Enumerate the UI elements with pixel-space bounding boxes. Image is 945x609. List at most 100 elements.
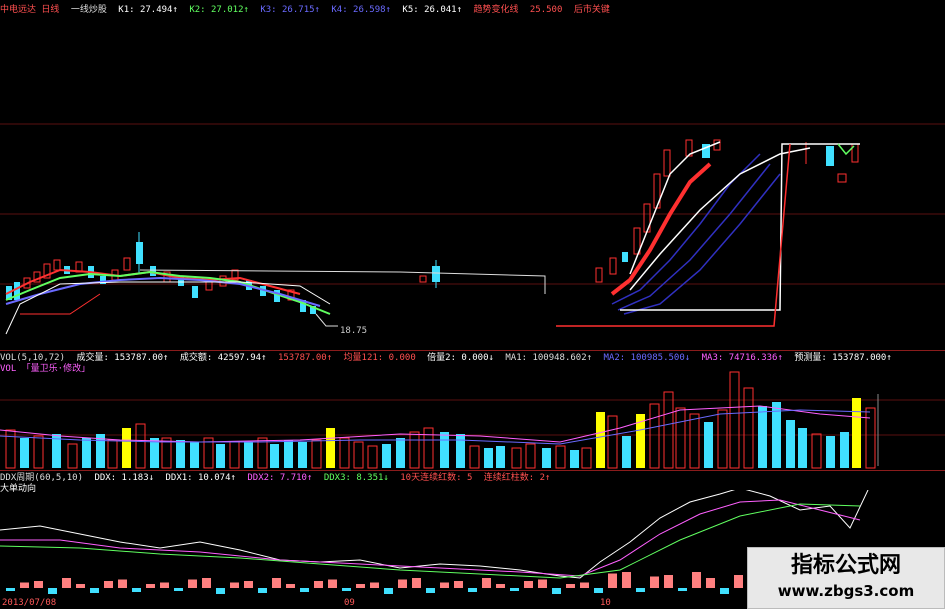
ddx-bar [342,588,351,591]
date-label-2: 09 [344,598,355,608]
ddx-bar [636,588,645,592]
vol-v3: 153787.00↑ [277,353,333,363]
volume-chart[interactable] [0,370,945,470]
vol-ma1: MA1: 100948.602↑ [505,353,593,363]
volume-bar [581,447,592,469]
ddx-count2: 连续红柱数: 2↑ [483,473,551,483]
ddx-bar [34,581,43,588]
ddx-bar [454,581,463,588]
volume-bar [456,434,465,468]
vol-ma3: MA3: 74716.336↑ [701,353,783,363]
ddx-bar [440,582,449,588]
ddx1-value: DDX1: 10.074↑ [165,473,236,483]
panel-separator [0,470,945,471]
volume-bar [717,409,728,469]
ddx-bar [426,588,435,593]
volume-bar [135,423,146,469]
ddx-bar [286,584,295,588]
low-price-label: 18.75 [340,326,367,336]
volume-bar [542,448,551,468]
ddx-bar [132,588,141,592]
volume-bar [496,446,505,468]
ddx-bar [76,584,85,588]
volume-bars [5,371,876,469]
ddx-bar [468,588,477,592]
price-chart[interactable]: 18.75 [0,14,945,354]
volume-bar [570,450,579,468]
volume-bar [176,440,185,468]
ddx3-value: DDX3: 8.351↓ [323,473,389,483]
volume-bar [852,398,861,468]
volume-bar [353,441,364,469]
ddx-bar [510,588,519,591]
ddx-bar [524,581,533,588]
volume-bar [311,439,322,469]
vol-forecast: 预测量: 153787.000↑ [794,353,892,363]
volume-bar [122,428,131,468]
volume-bar [20,438,29,468]
volume-bar [440,432,449,468]
volume-bar [367,445,378,469]
volume-bar [382,444,391,468]
ddx-bar [216,588,225,594]
ddx-bar [496,584,505,588]
volume-bar [229,441,240,469]
volume-bar [811,433,822,469]
vol-ratio: 均量121: 0.000 [343,353,416,363]
candle [150,266,156,276]
volume-bar [865,407,876,469]
vol-info-line: VOL(5,10,72) 成交量: 153787.00↑ 成交额: 42597.… [0,352,898,364]
watermark-cn: 指标公式网 [790,553,901,578]
ddx-bar [118,579,127,588]
ddx-bar [90,588,99,593]
ddx-title[interactable]: DDX周期(60,5,10) [0,473,83,483]
ddx-bar [608,573,617,588]
panel-separator [0,350,945,351]
volume-bar [150,438,159,468]
volume-bar [469,445,480,469]
candle [609,257,617,275]
ddx-bar [398,579,407,588]
candle [53,259,61,271]
volume-bar [729,371,740,469]
volume-bar [67,443,78,469]
ddx-bar [552,588,561,594]
ddx-bar [566,584,575,588]
volume-bar [484,448,493,468]
vol-amount: 成交量: 153787.00↑ [76,353,169,363]
candle [826,146,834,166]
candle [123,257,131,271]
candle [837,173,847,183]
volume-bar [607,415,618,469]
ddx-bar [412,578,421,588]
vol-multiple: 倍量2: 0.000↓ [427,353,494,363]
volume-bar [596,412,605,468]
volume-bar [675,407,686,469]
date-label-3: 10 [600,598,611,608]
volume-bar [216,444,225,468]
volume-bar [786,420,795,468]
ddx-bar [6,588,15,591]
ddx-bar [20,582,29,588]
ddx-bars [6,572,869,594]
volume-bar [423,427,434,469]
volume-bar [409,431,420,469]
ddx-bar [258,588,267,593]
vol-title[interactable]: VOL(5,10,72) [0,353,65,363]
volume-bar [772,402,781,468]
candle [713,139,721,151]
volume-bar [826,436,835,468]
volume-bar [525,443,536,469]
ddx-bar [356,584,365,588]
ddx-bar [272,578,281,588]
ddx-bar [650,576,659,588]
volume-bar [270,444,279,468]
ddx-bar [692,572,701,588]
volume-bar [190,442,199,468]
ddx-bar [384,588,393,594]
ddx-bar [230,582,239,588]
volume-bar [396,438,405,468]
volume-bar [298,442,307,468]
candle [192,286,198,298]
volume-bar [798,428,807,468]
